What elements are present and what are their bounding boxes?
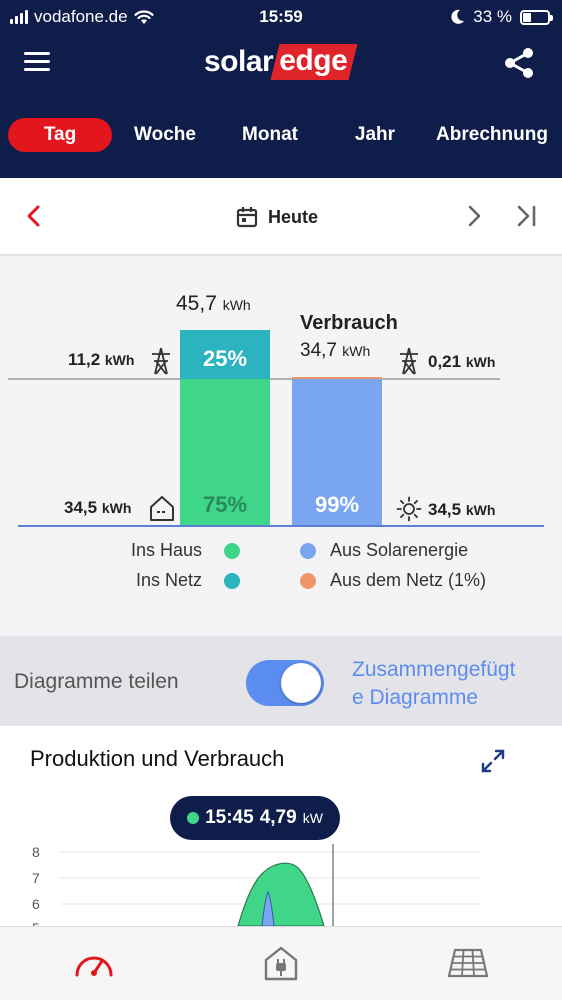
- split-charts-toggle[interactable]: [246, 660, 324, 706]
- battery-icon: [520, 9, 553, 25]
- self-consumed-value: 34,5 kWh: [64, 498, 132, 517]
- tooltip-time: 15:45: [205, 807, 254, 828]
- period-tabs: Tag Woche Monat Jahr Abrechnung: [0, 118, 562, 158]
- legend-aus-solarenergie: Aus Solarenergie: [300, 540, 468, 561]
- legend-aus-dem-netz: Aus dem Netz (1%): [300, 570, 486, 591]
- tab-jahr[interactable]: Jahr: [344, 118, 406, 152]
- legend-ins-haus: Ins Haus: [131, 540, 240, 561]
- y-tick: 6: [32, 896, 40, 912]
- house-plug-icon[interactable]: [259, 943, 303, 983]
- production-title: Produktion und Verbrauch: [30, 746, 285, 771]
- legend-dot: [224, 542, 240, 559]
- tooltip-value: 4,79: [259, 807, 297, 828]
- date-selector[interactable]: Heute: [236, 206, 318, 228]
- combined-charts-link[interactable]: Zusammengefügt e Diagramme: [352, 656, 515, 712]
- power-pylon-icon: [152, 347, 170, 375]
- skip-to-end-icon[interactable]: [514, 204, 540, 228]
- balance-bars: [8, 330, 544, 527]
- y-tick: 7: [32, 870, 40, 886]
- production-consumption-card: Produktion und Verbrauch 15:45 4,79 kW 8…: [0, 726, 562, 926]
- pct-to-house: 75%: [202, 492, 248, 517]
- legend-dot: [224, 572, 240, 589]
- battery-percent: 33 %: [473, 7, 512, 26]
- split-charts-label: Diagramme teilen: [14, 670, 179, 693]
- share-icon[interactable]: [502, 46, 536, 80]
- status-bar: vodafone.de 15:59 33 %: [0, 0, 562, 34]
- app-header: vodafone.de 15:59 33 % solar edge Tag Wo…: [0, 0, 562, 178]
- chevron-left-icon[interactable]: [24, 204, 44, 228]
- legend-ins-netz: Ins Netz: [136, 570, 240, 591]
- legend-dot: [300, 542, 316, 559]
- production-chart: [60, 844, 480, 926]
- menu-icon[interactable]: [24, 52, 50, 72]
- tab-monat[interactable]: Monat: [232, 118, 308, 152]
- pct-from-solar: 99%: [314, 492, 360, 517]
- pct-to-grid: 25%: [202, 346, 248, 371]
- solar-used-value: 34,5 kWh: [428, 500, 496, 519]
- expand-icon[interactable]: [480, 748, 506, 774]
- chart-tooltip: 15:45 4,79 kW: [170, 796, 340, 840]
- date-label: Heute: [268, 206, 319, 227]
- date-navigation: Heute: [0, 178, 562, 256]
- bottom-navigation: [0, 926, 562, 1000]
- power-pylon-icon: [400, 347, 418, 375]
- grid-import-value: 0,21 kWh: [428, 352, 496, 371]
- tab-tag[interactable]: Tag: [8, 118, 112, 152]
- tab-woche[interactable]: Woche: [126, 118, 204, 152]
- tooltip-dot: [187, 812, 200, 824]
- solar-panel-icon[interactable]: [446, 943, 490, 983]
- dashboard-gauge-icon[interactable]: [72, 943, 116, 983]
- sun-icon: [396, 496, 422, 522]
- calendar-icon: [236, 207, 258, 228]
- tab-abrechnung[interactable]: Abrechnung: [428, 118, 556, 152]
- legend-dot: [300, 572, 316, 589]
- tooltip-unit: kW: [302, 810, 323, 826]
- grid-export-value: 11,2 kWh: [68, 350, 135, 369]
- chevron-right-icon[interactable]: [464, 204, 484, 228]
- house-icon: [150, 496, 174, 521]
- chart-split-row: Diagramme teilen Zusammengefügt e Diagra…: [0, 636, 562, 726]
- bar-consumption-grid: [292, 377, 382, 379]
- moon-icon: [451, 9, 465, 24]
- solaredge-logo: solar edge: [204, 44, 358, 80]
- y-tick: 8: [32, 844, 40, 860]
- energy-balance: 45,7 kWh Verbrauch 34,7 kWh 25% 75% 99% …: [0, 256, 562, 636]
